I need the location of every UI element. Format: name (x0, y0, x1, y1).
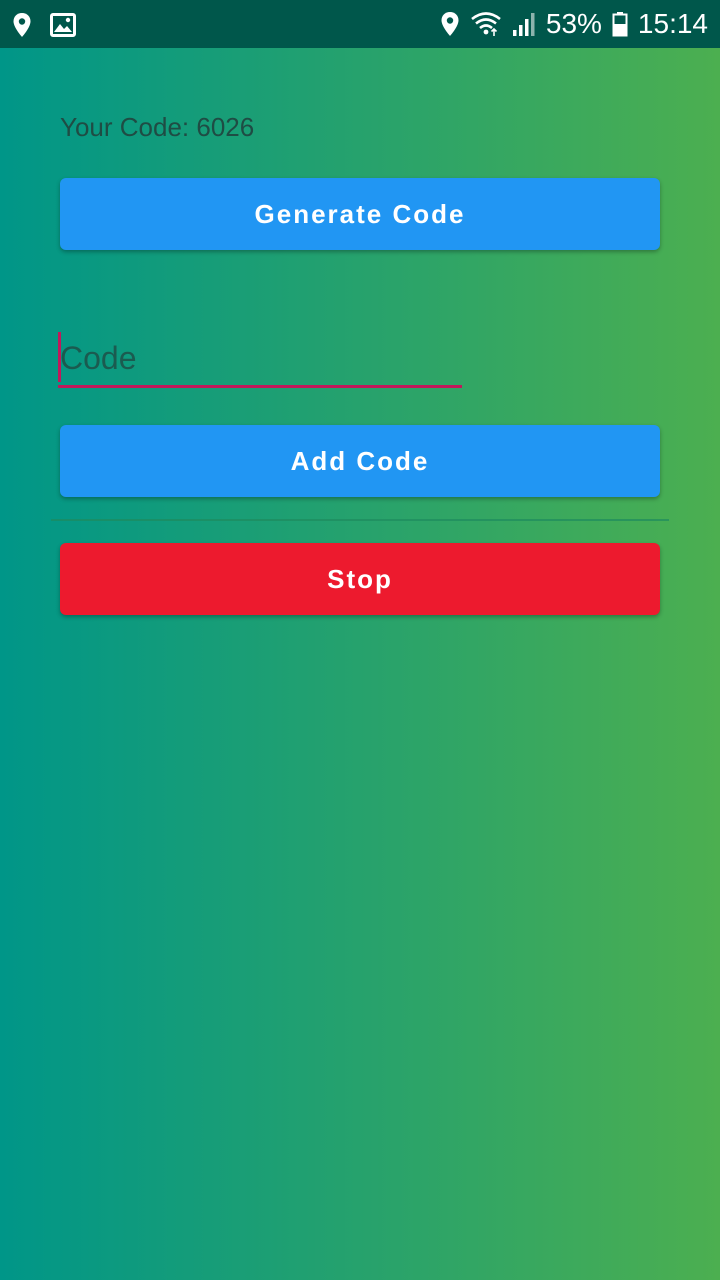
clock: 15:14 (637, 8, 708, 39)
code-input-underline (58, 385, 462, 388)
code-input[interactable] (58, 332, 460, 384)
generate-code-button[interactable]: Generate Code (60, 178, 660, 250)
code-field[interactable] (58, 332, 462, 388)
location-icon (12, 12, 32, 38)
status-bar: 53% 15:14 (0, 0, 720, 48)
battery-icon (612, 11, 628, 37)
location-icon (440, 11, 460, 37)
main-content: Your Code: 6026 Generate Code Add Code S… (0, 48, 720, 1280)
image-icon (50, 13, 76, 37)
add-code-button[interactable]: Add Code (60, 425, 660, 497)
stop-button[interactable]: Stop (60, 543, 660, 615)
your-code-label: Your Code: 6026 (60, 112, 255, 142)
battery-percent: 53% (545, 8, 602, 39)
text-cursor (58, 332, 61, 382)
divider (51, 519, 669, 521)
signal-icon (512, 11, 536, 37)
wifi-icon (470, 11, 502, 37)
